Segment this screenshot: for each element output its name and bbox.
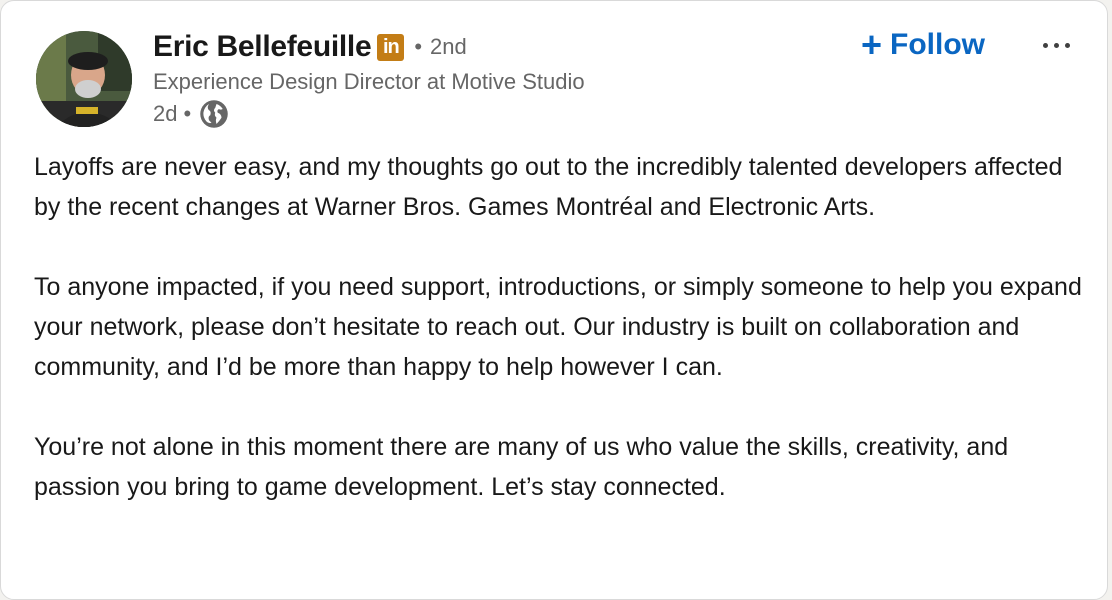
post-paragraph: You’re not alone in this moment there ar… [34, 433, 1009, 501]
connection-degree: 2nd [430, 34, 467, 59]
linkedin-premium-badge-icon: in [377, 33, 405, 61]
avatar-photo [36, 31, 132, 127]
follow-label: Follow [890, 28, 986, 61]
ellipsis-icon-dot [1042, 42, 1048, 48]
separator-dot: • [183, 101, 192, 126]
ellipsis-icon-dot [1053, 42, 1059, 48]
globe-icon [199, 99, 229, 129]
separator-dot: • [414, 34, 423, 59]
author-name[interactable]: Eric Bellefeuille [153, 30, 372, 64]
post-paragraph: To anyone impacted, if you need support,… [34, 273, 1082, 381]
more-options-button[interactable] [1031, 25, 1081, 65]
author-headline: Experience Design Director at Motive Stu… [153, 69, 585, 94]
ellipsis-icon-dot [1064, 42, 1070, 48]
author-name-row: Eric Bellefeuille in • 2nd [153, 27, 467, 67]
plus-icon: + [861, 24, 883, 65]
post-card: Eric Bellefeuille in • 2nd Experience De… [0, 0, 1108, 600]
post-time: 2d [153, 101, 178, 126]
post-paragraph: Layoffs are never easy, and my thoughts … [34, 153, 1063, 221]
avatar[interactable] [36, 31, 132, 127]
post-text: Layoffs are never easy, and my thoughts … [34, 147, 1094, 547]
follow-button[interactable]: + Follow [861, 23, 985, 67]
post-meta: 2d • [153, 99, 229, 129]
